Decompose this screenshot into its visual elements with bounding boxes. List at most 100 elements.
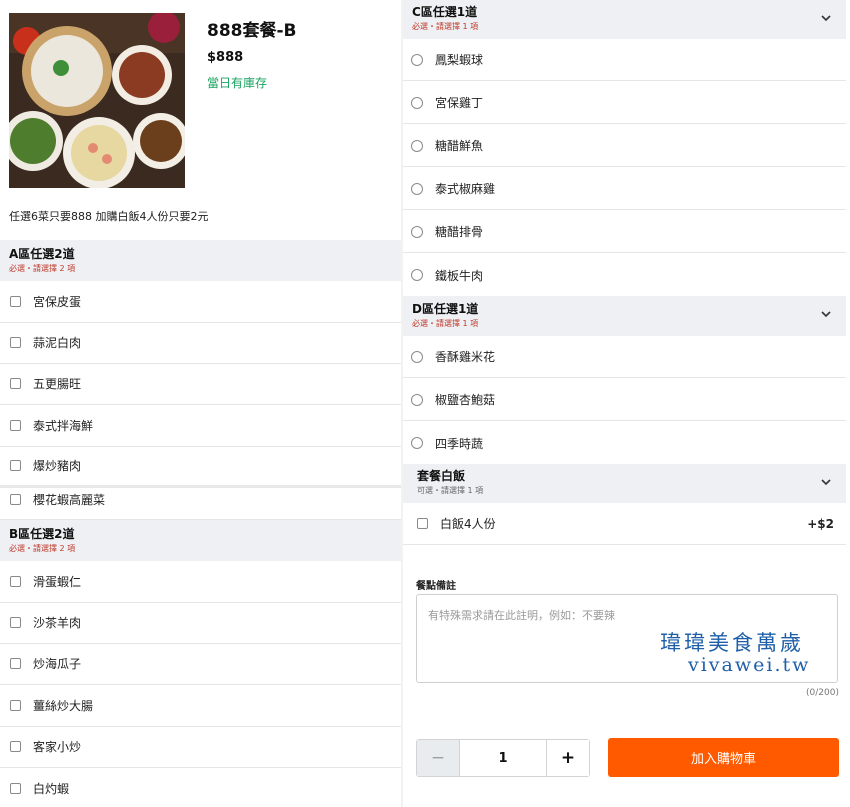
section-a-header: A區任選2道 必選・請選擇 2 項 xyxy=(0,240,403,281)
option-label: 四季時蔬 xyxy=(435,436,484,451)
radio-button[interactable] xyxy=(411,350,423,363)
section-rice-header[interactable]: 套餐白飯 可選・請選擇 1 項 xyxy=(403,464,846,503)
option-label: 糖醋鮮魚 xyxy=(435,139,484,153)
radio-button[interactable] xyxy=(411,393,423,406)
product-description: 任選6菜只要888 加購白飯4人份只要2元 xyxy=(9,210,209,223)
option-b-3[interactable]: 炒海瓜子 xyxy=(0,643,403,685)
radio-button[interactable] xyxy=(411,437,423,449)
radio-button[interactable] xyxy=(411,96,423,109)
checkbox[interactable] xyxy=(10,296,21,307)
option-label: 泰式拌海鮮 xyxy=(33,419,94,433)
decrease-button[interactable]: − xyxy=(417,740,460,776)
option-label: 鐵板牛肉 xyxy=(435,268,484,283)
option-c-6[interactable]: 鐵板牛肉 xyxy=(403,254,846,296)
option-label: 泰式椒麻雞 xyxy=(435,182,496,196)
radio-button[interactable] xyxy=(411,182,423,195)
notes-char-counter: (0/200) xyxy=(806,688,839,698)
section-c-requirement: 必選・請選擇 1 項 xyxy=(412,22,479,31)
checkbox[interactable] xyxy=(10,782,21,794)
option-c-5[interactable]: 糖醋排骨 xyxy=(403,211,846,253)
section-b-title: B區任選2道 xyxy=(9,527,75,541)
section-rice-requirement: 可選・請選擇 1 項 xyxy=(417,486,484,495)
option-label: 薑絲炒大腸 xyxy=(33,699,94,713)
option-label: 爆炒豬肉 xyxy=(33,459,82,473)
chevron-down-icon[interactable] xyxy=(820,476,832,488)
option-d-1[interactable]: 香酥雞米花 xyxy=(403,336,846,378)
radio-button[interactable] xyxy=(411,225,423,238)
left-panel: 888套餐-B $888 當日有庫存 任選6菜只要888 加購白飯4人份只要2元… xyxy=(0,0,403,807)
quantity-value[interactable]: 1 xyxy=(460,740,546,776)
option-c-4[interactable]: 泰式椒麻雞 xyxy=(403,168,846,210)
section-a-title: A區任選2道 xyxy=(9,247,75,261)
option-label: 糖醋排骨 xyxy=(435,225,484,239)
option-label: 宮保皮蛋 xyxy=(33,295,82,309)
checkbox[interactable] xyxy=(10,337,21,348)
chevron-down-icon[interactable] xyxy=(820,308,832,320)
option-label: 香酥雞米花 xyxy=(435,350,496,364)
checkbox[interactable] xyxy=(417,518,428,529)
option-label: 沙茶羊肉 xyxy=(33,616,82,630)
option-b-6[interactable]: 白灼蝦 xyxy=(0,767,403,807)
option-b-2[interactable]: 沙茶羊肉 xyxy=(0,602,403,644)
quantity-stepper[interactable]: − 1 + xyxy=(416,739,590,777)
section-d-header[interactable]: D區任選1道 必選・請選擇 1 項 xyxy=(403,296,846,336)
option-label: 白飯4人份 xyxy=(440,517,496,531)
watermark-title: 瑋瑋美食萬歲 xyxy=(660,631,804,655)
checkbox[interactable] xyxy=(10,741,21,752)
section-d-title: D區任選1道 xyxy=(412,302,479,316)
option-a-1[interactable]: 宮保皮蛋 xyxy=(0,281,403,323)
checkbox[interactable] xyxy=(10,576,21,587)
option-b-4[interactable]: 薑絲炒大腸 xyxy=(0,685,403,727)
section-b-requirement: 必選・請選擇 2 項 xyxy=(9,544,76,553)
checkbox[interactable] xyxy=(10,460,21,471)
section-rice-title: 套餐白飯 xyxy=(417,469,466,483)
option-c-3[interactable]: 糖醋鮮魚 xyxy=(403,125,846,167)
food-photo-icon xyxy=(9,13,185,188)
option-label: 鳳梨蝦球 xyxy=(435,53,484,67)
option-c-2[interactable]: 宮保雞丁 xyxy=(403,82,846,124)
option-d-2[interactable]: 椒鹽杏鮑菇 xyxy=(403,379,846,421)
option-rice[interactable]: 白飯4人份 +$2 xyxy=(403,503,846,545)
section-c-header[interactable]: C區任選1道 必選・請選擇 1 項 xyxy=(403,0,846,39)
notes-placeholder: 有特殊需求請在此註明，例如：不要辣 xyxy=(428,609,615,622)
checkbox[interactable] xyxy=(10,378,21,389)
checkbox[interactable] xyxy=(10,420,21,431)
add-to-cart-button[interactable]: 加入購物車 xyxy=(608,738,839,777)
section-c-title: C區任選1道 xyxy=(412,5,478,19)
option-c-1[interactable]: 鳳梨蝦球 xyxy=(403,39,846,81)
notes-label: 餐點備註 xyxy=(416,581,456,592)
rice-price: +$2 xyxy=(807,516,834,531)
section-a-requirement: 必選・請選擇 2 項 xyxy=(9,264,76,273)
section-d-requirement: 必選・請選擇 1 項 xyxy=(412,319,479,328)
checkbox[interactable] xyxy=(10,494,21,505)
option-label: 蒜泥白肉 xyxy=(33,336,82,350)
product-image xyxy=(9,13,185,188)
checkbox[interactable] xyxy=(10,700,21,711)
chevron-down-icon[interactable] xyxy=(820,12,832,24)
checkbox[interactable] xyxy=(10,617,21,628)
option-label: 白灼蝦 xyxy=(33,781,70,796)
option-label: 櫻花蝦高麗菜 xyxy=(33,493,106,507)
option-b-1[interactable]: 滑蛋蝦仁 xyxy=(0,561,403,603)
product-price: $888 xyxy=(207,50,244,65)
option-a-6[interactable]: 櫻花蝦高麗菜 xyxy=(0,480,403,520)
option-a-4[interactable]: 泰式拌海鮮 xyxy=(0,405,403,447)
stock-status: 當日有庫存 xyxy=(207,76,268,90)
option-label: 滑蛋蝦仁 xyxy=(33,575,82,589)
option-b-5[interactable]: 客家小炒 xyxy=(0,726,403,768)
option-label: 五更腸旺 xyxy=(33,377,82,391)
watermark-url: vivawei.tw xyxy=(688,654,811,676)
radio-button[interactable] xyxy=(411,53,423,66)
option-label: 椒鹽杏鮑菇 xyxy=(435,393,496,407)
option-label: 宮保雞丁 xyxy=(435,96,484,110)
option-d-3[interactable]: 四季時蔬 xyxy=(403,422,846,464)
section-b-header: B區任選2道 必選・請選擇 2 項 xyxy=(0,520,403,561)
option-a-3[interactable]: 五更腸旺 xyxy=(0,363,403,405)
option-label: 客家小炒 xyxy=(33,740,82,754)
option-a-2[interactable]: 蒜泥白肉 xyxy=(0,322,403,364)
checkbox[interactable] xyxy=(10,658,21,669)
radio-button[interactable] xyxy=(411,269,423,281)
option-label: 炒海瓜子 xyxy=(33,657,82,671)
radio-button[interactable] xyxy=(411,139,423,152)
increase-button[interactable]: + xyxy=(546,740,589,776)
